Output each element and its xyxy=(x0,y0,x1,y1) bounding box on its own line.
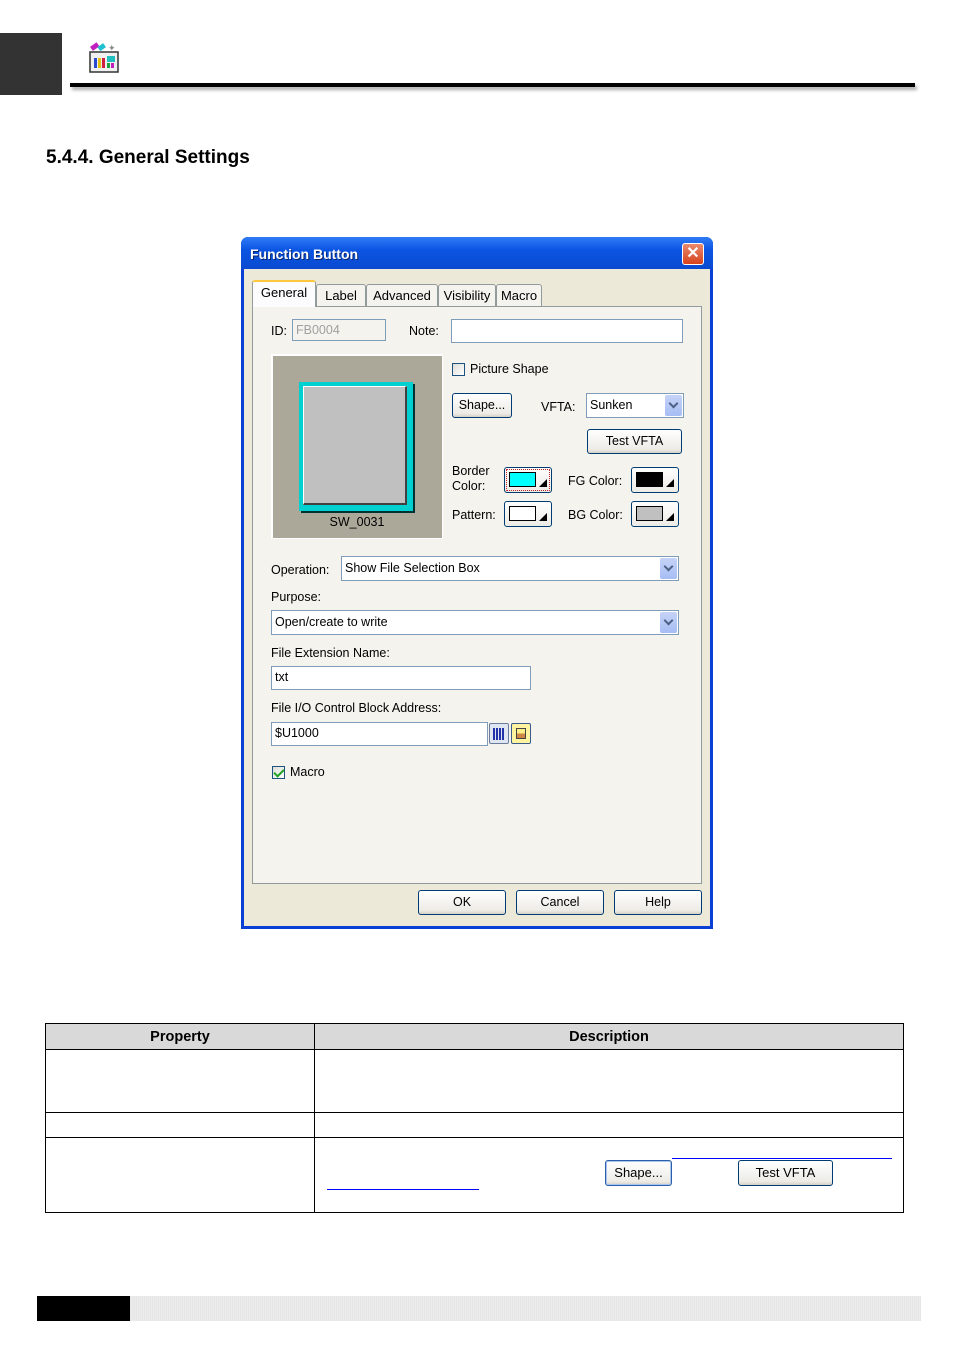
table-row xyxy=(45,1112,904,1138)
description-cell: Shape... Test VFTA xyxy=(314,1137,904,1213)
tab-general[interactable]: General xyxy=(252,280,316,307)
shape-button[interactable]: Shape... xyxy=(452,393,512,418)
pattern-swatch xyxy=(509,506,536,521)
header-rule xyxy=(70,83,915,87)
hyperlink-underline[interactable] xyxy=(327,1189,479,1190)
operation-select[interactable]: Show File Selection Box xyxy=(341,556,679,581)
picture-shape-checkbox[interactable] xyxy=(452,363,465,376)
tab-label[interactable]: Label xyxy=(316,284,366,306)
bg-color-button[interactable] xyxy=(631,501,679,527)
pattern-button[interactable] xyxy=(504,501,552,527)
note-field[interactable] xyxy=(451,319,683,343)
border-color-swatch xyxy=(509,472,536,487)
macro-checkbox[interactable] xyxy=(272,766,285,779)
dialog-titlebar[interactable]: Function Button ✕ xyxy=(241,237,713,269)
close-button[interactable]: ✕ xyxy=(682,243,704,265)
macro-label: Macro xyxy=(290,765,325,779)
fg-color-button[interactable] xyxy=(631,467,679,493)
hyperlink-underline[interactable] xyxy=(672,1158,892,1159)
preview-shape-border xyxy=(299,382,413,511)
pattern-label: Pattern: xyxy=(452,508,496,522)
description-cell xyxy=(314,1049,904,1113)
bg-color-label: BG Color: xyxy=(568,508,623,522)
function-button-app-icon: ✦ xyxy=(88,42,120,74)
tab-macro[interactable]: Macro xyxy=(496,284,542,306)
file-io-address-field[interactable]: $U1000 xyxy=(271,722,488,746)
vfta-label: VFTA: xyxy=(541,400,576,414)
vfta-select[interactable]: Sunken xyxy=(586,393,684,418)
picture-shape-label: Picture Shape xyxy=(470,362,549,376)
footer-bar xyxy=(130,1296,921,1321)
file-extension-field[interactable]: txt xyxy=(271,666,531,690)
test-vfta-button[interactable]: Test VFTA xyxy=(587,429,682,454)
function-button-dialog: Function Button ✕ General Label Advanced… xyxy=(241,237,713,929)
id-field: FB0004 xyxy=(292,319,386,341)
note-label: Note: xyxy=(409,324,439,338)
file-extension-label: File Extension Name: xyxy=(271,646,390,660)
border-color-label: Border Color: xyxy=(452,464,490,493)
property-cell xyxy=(45,1112,315,1138)
table-row: Shape... Test VFTA xyxy=(45,1137,904,1213)
table-row xyxy=(45,1049,904,1113)
operation-value: Show File Selection Box xyxy=(345,561,480,575)
shape-preview: SW_0031 xyxy=(271,354,443,539)
dialog-client: General Label Advanced Visibility Macro … xyxy=(244,269,710,926)
border-color-button[interactable] xyxy=(504,467,552,493)
footer-page-block xyxy=(37,1296,130,1321)
address-tag-icon[interactable] xyxy=(511,723,531,744)
fg-color-label: FG Color: xyxy=(568,474,623,488)
vfta-value: Sunken xyxy=(590,398,633,412)
tab-visibility[interactable]: Visibility xyxy=(438,284,496,306)
tab-advanced[interactable]: Advanced xyxy=(366,284,438,306)
fg-color-swatch xyxy=(636,472,663,487)
dropdown-corner-icon xyxy=(666,479,674,487)
help-button[interactable]: Help xyxy=(614,890,702,915)
inline-test-vfta-button: Test VFTA xyxy=(738,1160,833,1186)
bg-color-swatch xyxy=(636,506,663,521)
chevron-down-icon[interactable] xyxy=(660,612,677,633)
purpose-value: Open/create to write xyxy=(275,615,388,629)
ok-button[interactable]: OK xyxy=(418,890,506,915)
general-tab-panel: ID: FB0004 Note: SW_0031 Picture Shape S… xyxy=(252,306,702,884)
calculator-icon[interactable] xyxy=(489,723,509,744)
section-title: 5.4.4. General Settings xyxy=(46,147,250,168)
id-label: ID: xyxy=(271,324,287,338)
dropdown-corner-icon xyxy=(666,513,674,521)
description-header: Description xyxy=(314,1023,904,1050)
file-io-label: File I/O Control Block Address: xyxy=(271,701,442,715)
operation-label: Operation: xyxy=(271,563,330,577)
dropdown-corner-icon xyxy=(539,513,547,521)
chevron-down-icon[interactable] xyxy=(660,558,677,579)
property-header: Property xyxy=(45,1023,315,1050)
svg-text:✦: ✦ xyxy=(108,43,116,53)
preview-shape-name: SW_0031 xyxy=(329,515,385,529)
cancel-button[interactable]: Cancel xyxy=(516,890,604,915)
table-header-row: Property Description xyxy=(45,1023,904,1050)
inline-shape-button: Shape... xyxy=(605,1160,672,1186)
dropdown-corner-icon xyxy=(539,479,547,487)
property-cell xyxy=(45,1137,315,1213)
description-cell xyxy=(314,1112,904,1138)
purpose-label: Purpose: xyxy=(271,590,322,604)
dialog-title: Function Button xyxy=(250,246,359,262)
close-icon: ✕ xyxy=(686,245,700,262)
chevron-down-icon[interactable] xyxy=(665,395,682,416)
property-cell xyxy=(45,1049,315,1113)
preview-shape-body xyxy=(303,386,407,505)
purpose-select[interactable]: Open/create to write xyxy=(271,610,679,635)
property-table: Property Description Shape... Test VFTA xyxy=(45,1023,904,1213)
chapter-marker-block xyxy=(0,33,62,95)
